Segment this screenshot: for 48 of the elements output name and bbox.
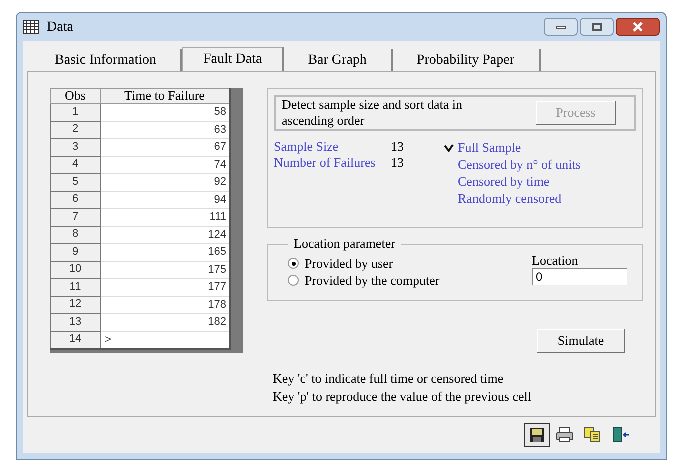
tab[interactable]: Fault Data	[182, 47, 284, 71]
stat-value: 13	[391, 139, 404, 155]
hint-text: Key 'p' to reproduce the value of the previous cell	[273, 388, 532, 406]
close-icon	[633, 22, 643, 32]
sample-option[interactable]: Full Sample	[444, 139, 581, 156]
row-header: 8	[50, 226, 100, 244]
row-header: 6	[50, 191, 100, 208]
hint-text: Key 'c' to indicate full time or censored time	[273, 370, 505, 388]
tab[interactable]: Bar Graph	[284, 49, 393, 71]
maximize-button[interactable]	[580, 18, 614, 36]
row-header: 3	[50, 138, 100, 156]
minimize-button[interactable]	[544, 18, 578, 36]
column-header: Obs	[50, 88, 100, 104]
radio-option[interactable]: Provided by the computer	[288, 272, 440, 289]
row-header: 1	[50, 104, 100, 121]
close-button[interactable]	[616, 18, 660, 36]
window-title: Data	[47, 18, 74, 36]
printer-icon	[556, 427, 574, 443]
row-header: 11	[50, 278, 100, 296]
sample-option[interactable]: Randomly censored	[444, 190, 581, 207]
group-title: Location parameter	[288, 236, 402, 252]
save-button[interactable]	[524, 423, 550, 447]
row-header: 5	[50, 174, 100, 191]
stat-label: Sample Size	[274, 139, 340, 155]
door-exit-icon	[612, 427, 630, 443]
location-field[interactable]: 0	[532, 268, 628, 286]
process-description: Detect sample size and sort data in ascending order	[282, 97, 464, 129]
radio-button[interactable]	[288, 258, 299, 269]
simulate-button[interactable]: Simulate	[537, 329, 625, 352]
row-header: 2	[50, 121, 100, 138]
documents-icon	[584, 427, 602, 443]
radio-button[interactable]	[288, 275, 299, 286]
tab[interactable]: Probability Paper	[392, 49, 541, 71]
stat-label: Number of Failures	[274, 155, 377, 171]
radio-option[interactable]: Provided by user	[288, 255, 440, 272]
sample-option[interactable]: Censored by n° of units	[444, 156, 581, 173]
row-header: 10	[50, 261, 100, 278]
row-header: 4	[50, 156, 100, 174]
field-label: Location	[532, 253, 580, 268]
row-header: 7	[50, 208, 100, 226]
column-header: Time to Failure	[100, 88, 230, 104]
row-header: 9	[50, 244, 100, 261]
sample-option[interactable]: Censored by time	[444, 173, 581, 190]
row-header: 12	[50, 296, 100, 314]
grid-icon	[23, 20, 39, 34]
row-header: 14	[50, 331, 100, 349]
row-header: 13	[50, 314, 100, 331]
stat-value: 13	[391, 155, 404, 171]
